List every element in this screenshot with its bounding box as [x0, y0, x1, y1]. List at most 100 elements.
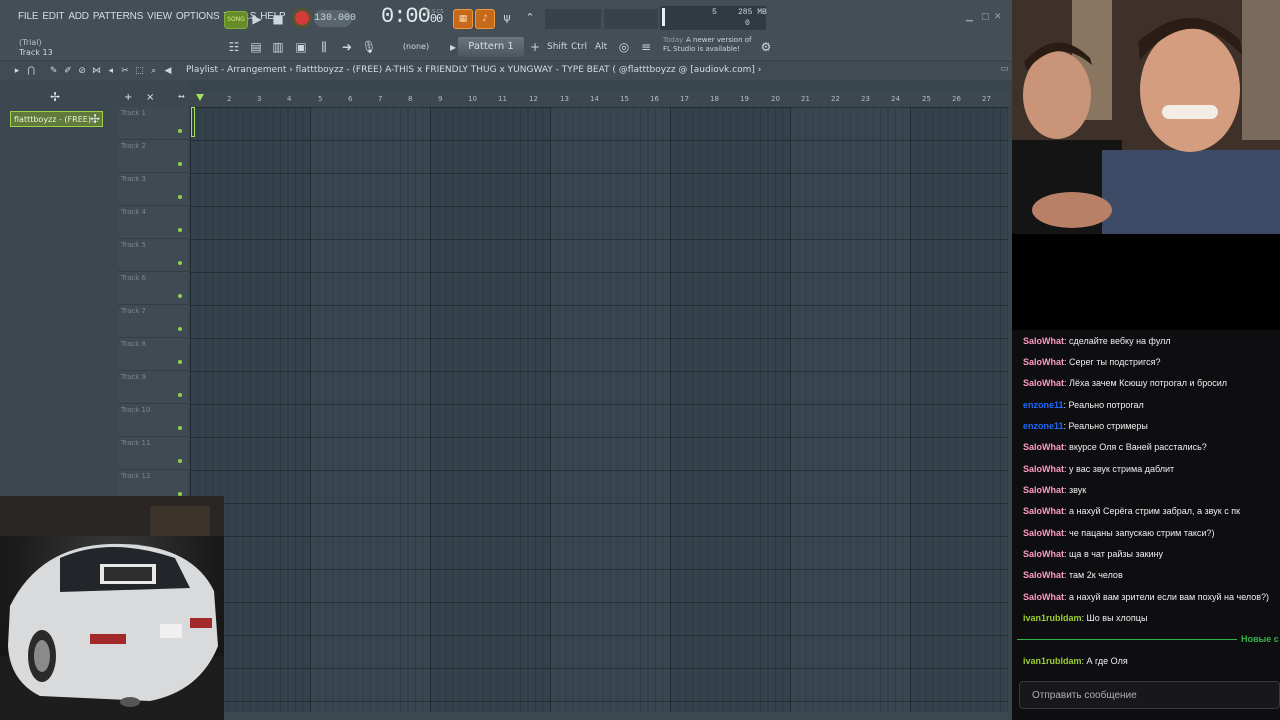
remove-track-icon[interactable]: ×: [146, 92, 154, 103]
slice-tool-icon[interactable]: ✂: [118, 65, 132, 77]
channel-rack-icon[interactable]: ▥: [268, 38, 288, 56]
track-mute-icon[interactable]: [178, 393, 182, 397]
update-icon[interactable]: ⚙: [756, 38, 776, 56]
timeline-ruler[interactable]: 2 3 4 5 6 7 8 9 10 11 12 13 14 15 16 17 …: [190, 93, 1010, 108]
playback-tool-icon[interactable]: ◀: [161, 65, 175, 77]
track-mute-icon[interactable]: [178, 228, 182, 232]
microphone-icon[interactable]: 🎙: [359, 38, 379, 56]
chat-input-box[interactable]: [1019, 681, 1280, 709]
chat-username[interactable]: SaloWhat: [1023, 570, 1064, 580]
menu-options[interactable]: OPTIONS: [176, 11, 220, 22]
chat-username[interactable]: SaloWhat: [1023, 528, 1064, 538]
countdown-icon[interactable]: ⌃: [520, 9, 540, 27]
stop-icon[interactable]: ■: [268, 10, 288, 28]
fl-secondary-toolbar: (Trial) Track 13 ☷ ▤ ▥ ▣ ⫼ ➜ 🎙 (none) ▸ …: [0, 36, 1012, 60]
track-header[interactable]: Track 3: [118, 173, 188, 206]
track-mute-icon[interactable]: [178, 360, 182, 364]
playhead-cursor: [191, 107, 195, 137]
playlist-maximize-icon[interactable]: ▭: [1000, 64, 1009, 74]
song-position-marker[interactable]: [196, 94, 204, 101]
track-header[interactable]: Track 8: [118, 338, 188, 371]
chat-username[interactable]: SaloWhat: [1023, 336, 1064, 346]
horizontal-scrollbar[interactable]: [224, 712, 1008, 720]
menu-file[interactable]: FILE: [18, 11, 39, 22]
snap-selector[interactable]: (none): [392, 38, 440, 56]
delete-tool-icon[interactable]: ⊘: [75, 65, 89, 77]
slip-tool-icon[interactable]: ◂: [104, 65, 118, 77]
news-text-2[interactable]: FL Studio is available!: [663, 45, 740, 53]
menu-edit[interactable]: EDIT: [42, 11, 64, 22]
draw-tool-icon[interactable]: ✎: [47, 65, 61, 77]
close-icon[interactable]: ✕: [994, 12, 1002, 22]
resize-icon[interactable]: ↔: [178, 92, 185, 101]
playlist-grid[interactable]: [190, 107, 1008, 720]
track-mute-icon[interactable]: [178, 261, 182, 265]
paint-tool-icon[interactable]: ✐: [61, 65, 75, 77]
chat-username[interactable]: SaloWhat: [1023, 357, 1064, 367]
ctrl-key[interactable]: Ctrl: [571, 38, 587, 56]
track-mute-icon[interactable]: [178, 327, 182, 331]
track-header[interactable]: Track 4: [118, 206, 188, 239]
chat-input[interactable]: [1020, 682, 1279, 708]
track-mute-icon[interactable]: [178, 129, 182, 133]
chat-username[interactable]: SaloWhat: [1023, 506, 1064, 516]
track-header[interactable]: Track 10: [118, 404, 188, 437]
track-mute-icon[interactable]: [178, 195, 182, 199]
track-mute-icon[interactable]: [178, 426, 182, 430]
menu-add[interactable]: ADD: [68, 11, 89, 22]
ruler-bar-number: 19: [740, 95, 749, 103]
chat-username[interactable]: enzone11: [1023, 400, 1064, 410]
track-mute-icon[interactable]: [178, 294, 182, 298]
track-header[interactable]: Track 11: [118, 437, 188, 470]
pattern-move-icon[interactable]: ✢: [90, 112, 100, 126]
chat-username[interactable]: SaloWhat: [1023, 592, 1064, 602]
add-clip-icon[interactable]: ✢: [50, 90, 60, 104]
track-header[interactable]: Track 6: [118, 272, 188, 305]
record-icon[interactable]: [295, 11, 309, 25]
typing-keyboard-icon[interactable]: ▦: [453, 9, 473, 29]
news-text[interactable]: A newer version of: [686, 36, 756, 45]
pattern-selector[interactable]: Pattern 1: [458, 37, 524, 57]
track-header[interactable]: Track 7: [118, 305, 188, 338]
chat-username[interactable]: ivan1rubldam: [1023, 656, 1082, 666]
add-track-icon[interactable]: +: [124, 92, 132, 103]
zoom-tool-icon[interactable]: ⌕: [147, 65, 161, 77]
shift-key[interactable]: Shift: [547, 38, 567, 56]
chat-username[interactable]: SaloWhat: [1023, 442, 1064, 452]
menu-patterns[interactable]: PATTERNS: [93, 11, 143, 22]
play-icon[interactable]: ▶: [247, 10, 267, 28]
track-header[interactable]: Track 2: [118, 140, 188, 173]
metronome-icon[interactable]: ♪: [475, 9, 495, 29]
chat-username[interactable]: SaloWhat: [1023, 378, 1064, 388]
menu-view[interactable]: VIEW: [147, 11, 172, 22]
mute-tool-icon[interactable]: ⋈: [89, 65, 103, 77]
maximize-icon[interactable]: ▢: [981, 12, 990, 22]
chat-username[interactable]: SaloWhat: [1023, 549, 1064, 559]
wait-input-icon[interactable]: ψ: [497, 9, 517, 27]
select-tool-icon[interactable]: ⬚: [132, 65, 146, 77]
track-header[interactable]: Track 1: [118, 107, 188, 140]
alt-key[interactable]: Alt: [595, 38, 607, 56]
track-mute-icon[interactable]: [178, 162, 182, 166]
chat-username[interactable]: enzone11: [1023, 421, 1064, 431]
chat-username[interactable]: SaloWhat: [1023, 464, 1064, 474]
minimize-icon[interactable]: ▁: [966, 12, 973, 22]
magnet-icon[interactable]: ⋂: [24, 65, 38, 77]
options-arrow-icon[interactable]: ▸: [10, 65, 24, 77]
mixer-icon[interactable]: ⫼: [314, 38, 334, 56]
add-pattern-icon[interactable]: +: [525, 38, 545, 56]
playlist-icon[interactable]: ☷: [224, 38, 244, 56]
chat-message: SaloWhat: ща в чат райзы закину: [1023, 549, 1164, 559]
list-icon[interactable]: ≡: [636, 38, 656, 56]
piano-roll-icon[interactable]: ▤: [246, 38, 266, 56]
track-mute-icon[interactable]: [178, 459, 182, 463]
track-header[interactable]: Track 5: [118, 239, 188, 272]
chat-username[interactable]: ivan1rubldam: [1023, 613, 1082, 623]
tempo-display[interactable]: 130.000: [314, 10, 356, 27]
track-header[interactable]: Track 9: [118, 371, 188, 404]
plugin-picker-icon[interactable]: ➜: [337, 38, 357, 56]
browser-icon[interactable]: ▣: [291, 38, 311, 56]
chat-username[interactable]: SaloWhat: [1023, 485, 1064, 495]
song-mode-button[interactable]: SONG: [224, 11, 248, 29]
web-icon[interactable]: ◎: [614, 38, 634, 56]
